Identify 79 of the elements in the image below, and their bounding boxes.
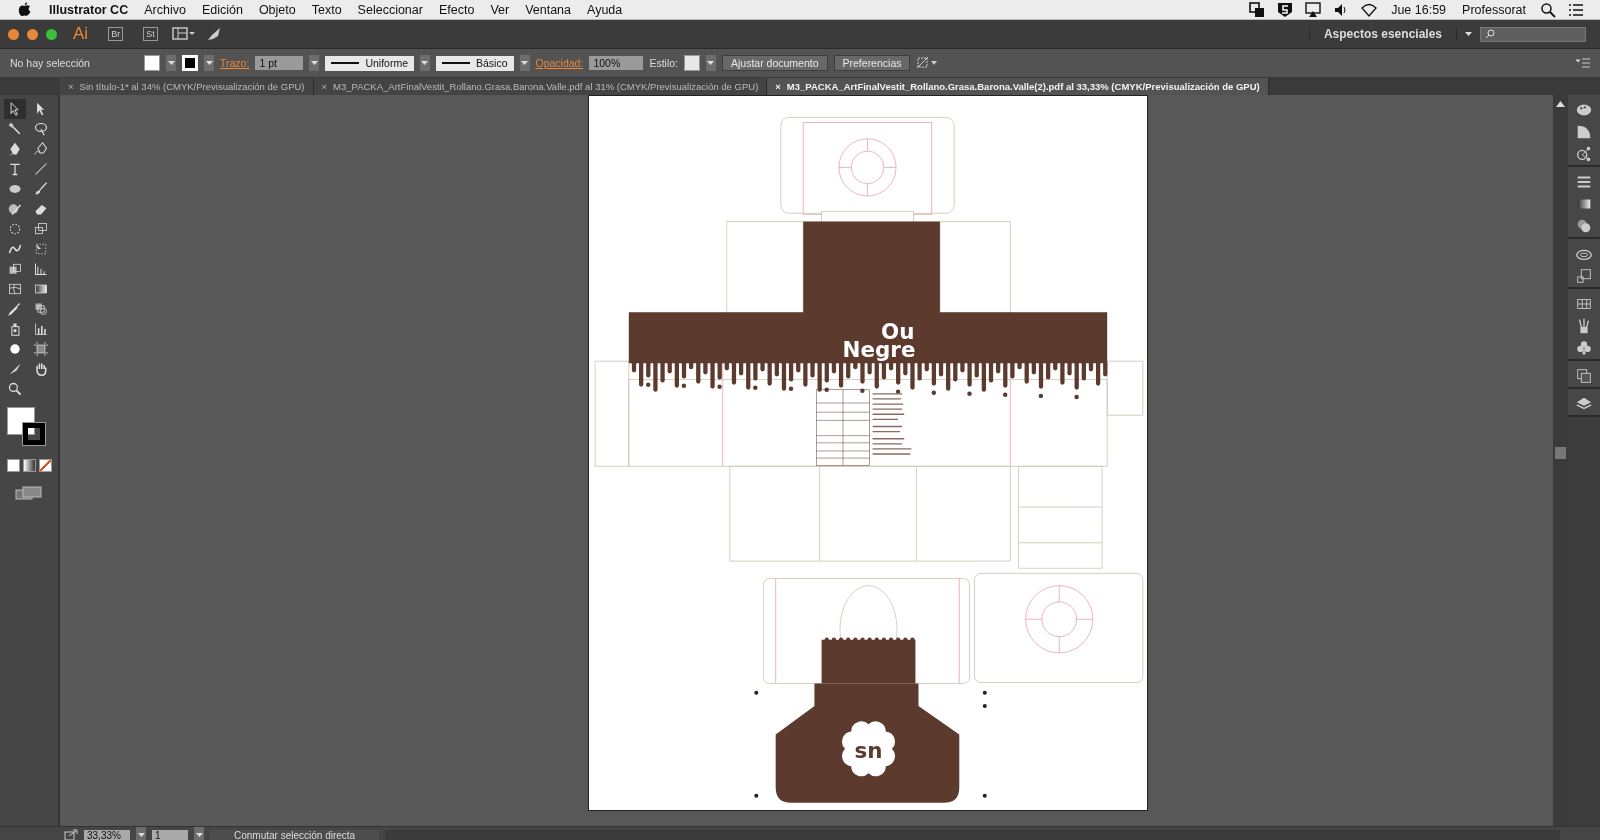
style-swatch[interactable] bbox=[683, 55, 700, 71]
app-menu[interactable]: Illustrator CC bbox=[41, 2, 137, 17]
dropdown-caret-icon[interactable] bbox=[420, 55, 430, 71]
dropdown-caret-icon[interactable] bbox=[1465, 31, 1472, 37]
screen-mode-icon[interactable] bbox=[15, 486, 43, 500]
transform-icon[interactable] bbox=[1575, 267, 1593, 285]
menu-clock[interactable]: Jue 16:59 bbox=[1383, 2, 1455, 17]
artboard-number-field[interactable]: 1 bbox=[152, 829, 188, 840]
overlapping-squares-icon[interactable] bbox=[1249, 1, 1266, 18]
window-minimize-button[interactable] bbox=[27, 28, 38, 40]
apple-logo-icon[interactable] bbox=[18, 2, 31, 17]
search-icon[interactable] bbox=[1540, 1, 1556, 18]
control-button[interactable]: Ajustar documento bbox=[721, 55, 828, 71]
menu-item[interactable]: Texto bbox=[303, 2, 350, 17]
menu-item[interactable]: Efecto bbox=[430, 2, 483, 17]
product-title: Ou bbox=[880, 318, 915, 344]
close-tab-icon[interactable]: × bbox=[68, 81, 74, 92]
window-zoom-button[interactable] bbox=[46, 28, 57, 40]
window-close-button[interactable] bbox=[8, 28, 19, 40]
search-icon bbox=[1485, 29, 1495, 39]
tab-title: M3_PACKA_ArtFinalVestit_Rollano.Grasa.Barona.Valle.pdf al 31% (CMYK/Previsualización de GPU) bbox=[333, 81, 759, 92]
isolate-icon[interactable] bbox=[916, 56, 939, 70]
stroke-weight-field[interactable]: 1 pt bbox=[255, 56, 304, 70]
wifi-icon[interactable] bbox=[1361, 1, 1378, 18]
app-logo: Ai bbox=[72, 24, 90, 44]
dropdown-caret-icon[interactable] bbox=[136, 827, 146, 840]
stroke-color-box[interactable] bbox=[23, 423, 45, 445]
selection-status: No hay selección bbox=[10, 57, 91, 69]
none-mode-icon[interactable] bbox=[38, 459, 52, 472]
close-tab-icon[interactable]: × bbox=[775, 81, 781, 92]
club-icon[interactable] bbox=[1575, 339, 1593, 357]
asset-export-icon[interactable] bbox=[1575, 145, 1593, 163]
tab-title: Sin título-1* al 34% (CMYK/Previsualización de GPU) bbox=[79, 81, 305, 92]
stroke-swatch[interactable] bbox=[182, 55, 198, 71]
dropdown-caret-icon[interactable] bbox=[705, 55, 716, 71]
shield-s-icon[interactable] bbox=[1277, 1, 1294, 18]
zoom-field[interactable]: 33,33% bbox=[84, 829, 130, 840]
dropdown-caret-icon[interactable] bbox=[519, 55, 530, 71]
brush-dropdown[interactable]: Básico bbox=[436, 55, 514, 71]
menu-item[interactable]: Seleccionar bbox=[349, 2, 431, 17]
bridge-button[interactable]: Br bbox=[108, 27, 124, 41]
menu-item[interactable]: Objeto bbox=[250, 2, 304, 17]
stock-button[interactable]: St bbox=[143, 27, 158, 41]
share-icon[interactable] bbox=[64, 829, 78, 840]
menu-item[interactable]: Edición bbox=[193, 2, 251, 17]
opacity-field[interactable]: 100% bbox=[589, 56, 644, 70]
document-tab[interactable]: × M3_PACKA_ArtFinalVestit_Rollano.Grasa.Barona.Valle.pdf al 31% (CMYK/Previsualización de GPU) bbox=[313, 78, 768, 95]
color-mode-icon[interactable] bbox=[6, 459, 20, 472]
user-name[interactable]: Professorat bbox=[1454, 2, 1534, 17]
gradient-mode-icon[interactable] bbox=[22, 459, 36, 472]
scroll-up-arrow-icon[interactable] bbox=[1556, 101, 1565, 107]
artboards-icon[interactable] bbox=[1575, 367, 1593, 385]
style-label: Estilo: bbox=[649, 57, 678, 69]
tab-title: M3_PACKA_ArtFinalVestit_Rollano.Grasa.Barona.Valle(2).pdf al 33,33% (CMYK/Previsualización de GPU) bbox=[786, 81, 1260, 92]
menu-item[interactable]: Ayuda bbox=[579, 2, 631, 17]
list-icon[interactable] bbox=[1568, 1, 1584, 18]
menu-item[interactable]: Ver bbox=[482, 2, 518, 17]
brand-logo: sn bbox=[854, 738, 883, 763]
document-tab[interactable]: × Sin título-1* al 34% (CMYK/Previsualización de GPU) bbox=[60, 78, 314, 95]
close-tab-icon[interactable]: × bbox=[321, 81, 328, 92]
document-tab[interactable]: × M3_PACKA_ArtFinalVestit_Rollano.Grasa.Barona.Valle(2).pdf al 33,33% (CMYK/Previsualización de GPU) bbox=[767, 78, 1269, 95]
color-guide-icon[interactable] bbox=[1575, 123, 1593, 141]
fill-swatch[interactable] bbox=[144, 55, 160, 71]
panel-menu-icon[interactable] bbox=[1576, 57, 1590, 69]
search-field[interactable] bbox=[1480, 26, 1586, 42]
workspace-switcher[interactable]: Aspectos esenciales bbox=[1308, 27, 1457, 41]
menu-item[interactable]: Archivo bbox=[136, 2, 194, 17]
dropdown-caret-icon[interactable] bbox=[204, 55, 214, 71]
dropdown-caret-icon[interactable] bbox=[194, 827, 204, 840]
airplay-icon[interactable] bbox=[1305, 1, 1322, 18]
status-message: Conmutar selección directa bbox=[210, 829, 380, 840]
stroke-profile-dropdown[interactable]: Uniforme bbox=[325, 55, 414, 71]
dropdown-caret-icon[interactable] bbox=[166, 55, 176, 71]
control-button[interactable]: Preferencias bbox=[833, 55, 911, 71]
dropdown-caret-icon[interactable] bbox=[309, 55, 320, 71]
arrange-documents-icon[interactable] bbox=[171, 26, 196, 42]
menu-item[interactable]: Ventana bbox=[517, 2, 580, 17]
transparency-icon[interactable] bbox=[1575, 217, 1593, 235]
scrollbar-thumb[interactable] bbox=[1555, 447, 1566, 459]
